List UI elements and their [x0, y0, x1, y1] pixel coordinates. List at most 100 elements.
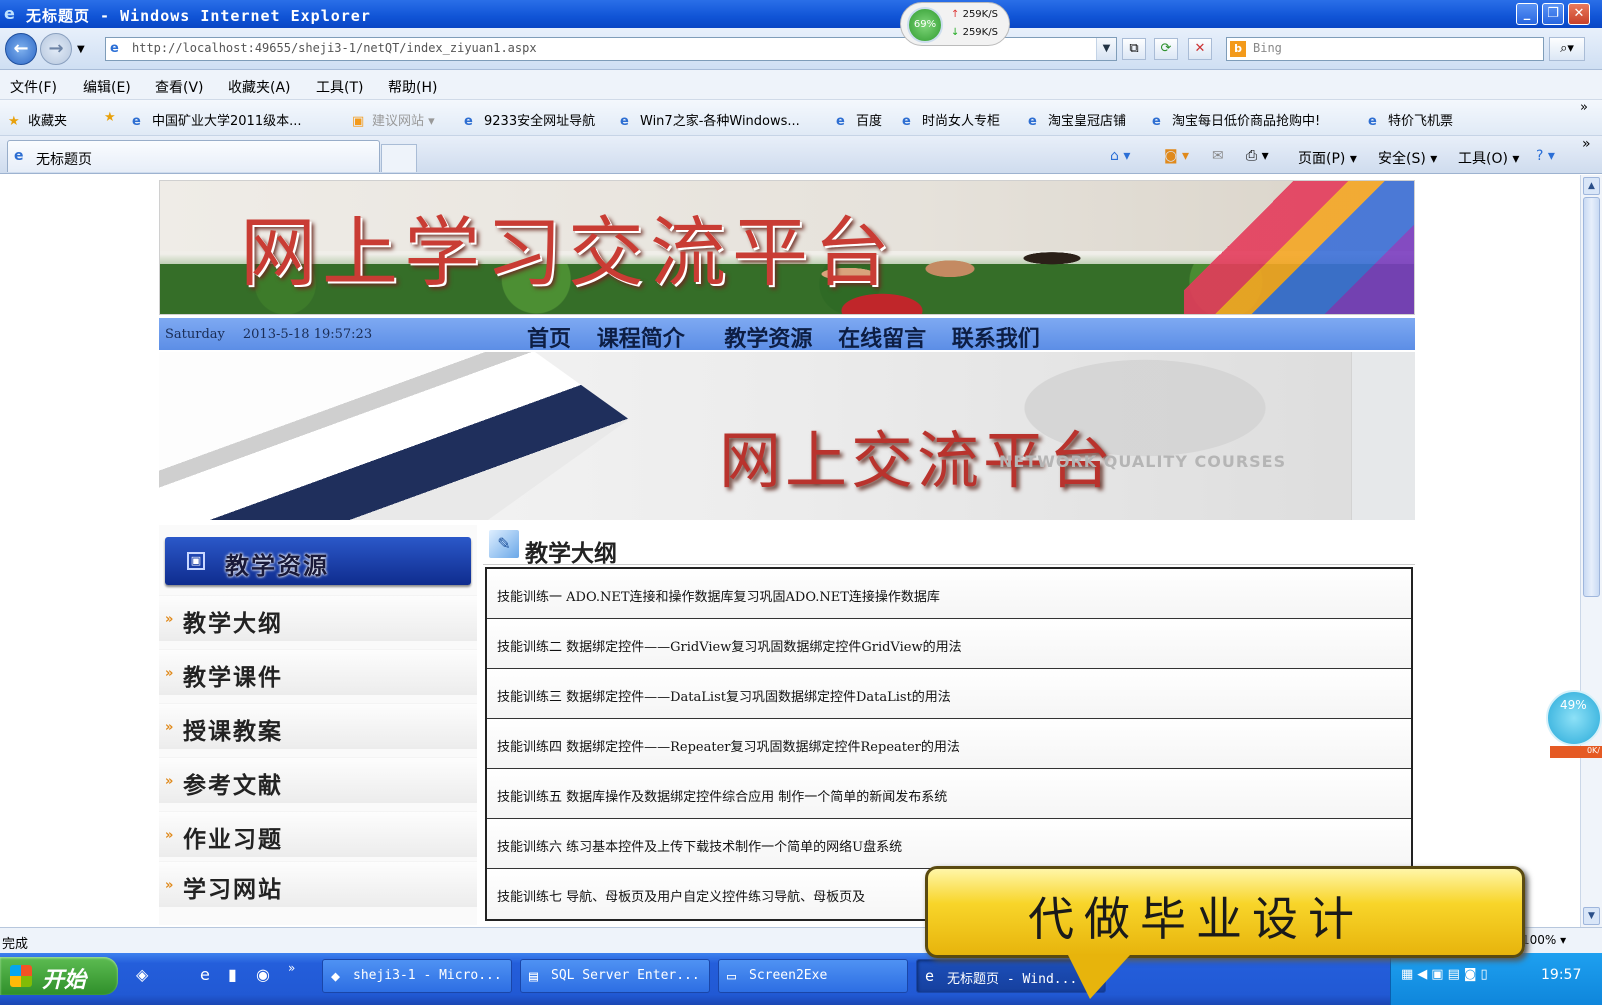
recent-pages-dropdown-icon[interactable]: ▼ [77, 44, 85, 55]
menu-view[interactable]: 查看(V) [155, 77, 204, 97]
task-button[interactable]: ▭ Screen2Exe [718, 959, 908, 993]
sidebar-item-exercises[interactable]: » 作业习题 [159, 811, 477, 857]
search-box[interactable]: b Bing [1226, 37, 1544, 61]
sidebar-item-lesson-plans[interactable]: » 授课教案 [159, 703, 477, 749]
safety-menu[interactable]: 安全(S) ▾ [1378, 148, 1437, 168]
task-button[interactable]: ▤ SQL Server Enter... [520, 959, 710, 993]
nav-messages[interactable]: 在线留言 [838, 327, 926, 352]
zoom-level[interactable]: 100% ▾ [1522, 933, 1566, 947]
network-percent: 69% [907, 7, 943, 43]
task-button[interactable]: ◆ sheji3-1 - Micro... [322, 959, 512, 993]
page-menu[interactable]: 页面(P) ▾ [1298, 148, 1357, 168]
list-item[interactable]: 技能训练六 练习基本控件及上传下载技术制作一个简单的网络U盘系统 [487, 819, 1411, 869]
tab-current[interactable]: e 无标题页 [7, 140, 380, 172]
menu-tools[interactable]: 工具(T) [316, 77, 363, 97]
search-icon[interactable]: ⌕▾ [1549, 37, 1585, 61]
ie-page-icon: e [464, 114, 473, 129]
widget-speed: 0K/ [1550, 746, 1602, 758]
nav-course-intro[interactable]: 课程简介 [597, 327, 685, 352]
ie-quicklaunch-icon[interactable]: e [200, 965, 210, 984]
chevron-right-icon[interactable]: » [1582, 136, 1591, 152]
favorite-item[interactable]: e 中国矿业大学2011级本... [132, 110, 301, 130]
favorite-item[interactable]: e 淘宝皇冠店铺 [1028, 110, 1126, 130]
top-banner: 网上学习交流平台 [159, 180, 1415, 315]
mail-icon[interactable]: ✉ [1212, 148, 1224, 164]
feeds-icon[interactable]: ◙ ▾ [1164, 148, 1189, 164]
arrow-icon: » [165, 774, 174, 789]
scroll-thumb[interactable] [1583, 197, 1600, 597]
list-item[interactable]: 技能训练二 数据绑定控件——GridView复习巩固数据绑定控件GridView… [487, 619, 1411, 669]
url-text[interactable]: http://localhost:49655/sheji3-1/netQT/in… [132, 41, 537, 55]
ie-page-icon: e [836, 114, 845, 129]
sidebar-title: 教学资源 [225, 552, 329, 580]
menu-edit[interactable]: 编辑(E) [83, 77, 131, 97]
print-icon[interactable]: ⎙ ▾ [1246, 148, 1269, 164]
favorite-item[interactable]: e 9233安全网址导航 [464, 110, 595, 130]
favorite-item[interactable]: e 百度 [836, 110, 882, 130]
scroll-down-icon[interactable]: ▼ [1583, 907, 1600, 925]
nav-home[interactable]: 首页 [527, 327, 571, 352]
vertical-scrollbar[interactable]: ▲ ▼ [1580, 175, 1602, 927]
forward-button[interactable]: → [40, 33, 72, 65]
favorite-item[interactable]: e Win7之家-各种Windows... [620, 110, 800, 130]
menu-help[interactable]: 帮助(H) [388, 77, 437, 97]
chevron-right-icon[interactable]: » [1580, 100, 1588, 115]
address-dropdown-icon[interactable]: ▼ [1096, 38, 1116, 60]
sidebar-item-references[interactable]: » 参考文献 [159, 757, 477, 803]
menu-file[interactable]: 文件(F) [10, 77, 57, 97]
chevron-right-icon[interactable]: » [288, 961, 295, 975]
help-icon[interactable]: ? ▾ [1536, 148, 1555, 164]
favorites-bar: ★ 收藏夹 ★ e 中国矿业大学2011级本... ▣ 建议网站 ▾ e 9233安全网… [0, 100, 1602, 136]
sidebar-item-websites[interactable]: » 学习网站 [159, 861, 477, 907]
upload-speed: ↑ 259K/S [951, 9, 998, 20]
arrow-icon: » [165, 720, 174, 735]
address-toolbar: ← → ▼ e http://localhost:49655/sheji3-1/… [0, 28, 1602, 70]
add-favorite-icon[interactable]: ★ [104, 110, 124, 126]
back-button[interactable]: ← [5, 33, 37, 65]
close-button[interactable]: ✕ [1568, 3, 1590, 25]
minimize-button[interactable]: _ [1516, 3, 1538, 25]
quicklaunch-icon[interactable]: ▮ [228, 965, 237, 984]
stop-icon[interactable]: ✕ [1188, 38, 1212, 60]
quicklaunch-icon[interactable]: ◈ [136, 965, 148, 984]
refresh-icon[interactable]: ⟳ [1154, 38, 1178, 60]
suggested-sites-icon: ▣ [352, 114, 365, 129]
tools-menu[interactable]: 工具(O) ▾ [1458, 148, 1519, 168]
sidebar-item-syllabus[interactable]: » 教学大纲 [159, 595, 477, 641]
favorite-item[interactable]: e 淘宝每日低价商品抢购中! [1152, 110, 1320, 130]
search-placeholder[interactable]: Bing [1253, 41, 1282, 55]
floating-widget[interactable]: 49% 0K/ [1540, 690, 1602, 760]
home-icon[interactable]: ⌂ ▾ [1110, 148, 1130, 164]
list-item[interactable]: 技能训练一 ADO.NET连接和操作数据库复习巩固ADO.NET连接操作数据库 [487, 569, 1411, 619]
compat-view-icon[interactable]: ⧉ [1122, 38, 1146, 60]
scroll-up-icon[interactable]: ▲ [1583, 177, 1600, 195]
list-item[interactable]: 技能训练三 数据绑定控件——DataList复习巩固数据绑定控件DataList… [487, 669, 1411, 719]
menu-favorites[interactable]: 收藏夹(A) [228, 77, 291, 97]
favorite-item[interactable]: e 时尚女人专柜 [902, 110, 1000, 130]
list-item[interactable]: 技能训练四 数据绑定控件——Repeater复习巩固数据绑定控件Repeater… [487, 719, 1411, 769]
new-tab-button[interactable] [381, 144, 417, 172]
quicklaunch-icon[interactable]: ◉ [256, 965, 270, 984]
favorite-item[interactable]: ▣ 建议网站 ▾ [352, 110, 435, 130]
ie-page-icon: e [902, 114, 911, 129]
widget-percent: 49% [1546, 690, 1602, 746]
sidebar-item-courseware[interactable]: » 教学课件 [159, 649, 477, 695]
site-nav: Saturday 2013-5-18 19:57:23 首页 课程简介 教学资源 … [159, 318, 1415, 352]
ie-page-icon: e [925, 967, 935, 985]
network-monitor[interactable]: 69% ↑ 259K/S ↓ 259K/S [900, 2, 1010, 46]
tray-icons[interactable]: ▦◀▣▤◙▯ [1401, 967, 1492, 982]
nav-resources[interactable]: 教学资源 [724, 327, 812, 352]
arrow-icon: » [165, 828, 174, 843]
list-item[interactable]: 技能训练五 数据库操作及数据绑定控件综合应用 制作一个简单的新闻发布系统 [487, 769, 1411, 819]
app-icon: ▤ [529, 967, 539, 985]
system-tray: ▦◀▣▤◙▯ 19:57 [1390, 953, 1602, 1005]
favorite-item[interactable]: e 特价飞机票 [1368, 110, 1453, 130]
nav-contact[interactable]: 联系我们 [952, 327, 1040, 352]
page-viewport[interactable]: 网上学习交流平台 Saturday 2013-5-18 19:57:23 首页 课… [0, 175, 1580, 927]
start-button[interactable]: 开始 [0, 957, 118, 995]
kite-image [1184, 181, 1414, 314]
maximize-button[interactable]: ❐ [1542, 3, 1564, 25]
favorites-button[interactable]: ★ 收藏夹 [8, 110, 67, 130]
ad-popup[interactable]: 代做毕业设计 [925, 866, 1525, 999]
status-text: 完成 [2, 937, 29, 952]
